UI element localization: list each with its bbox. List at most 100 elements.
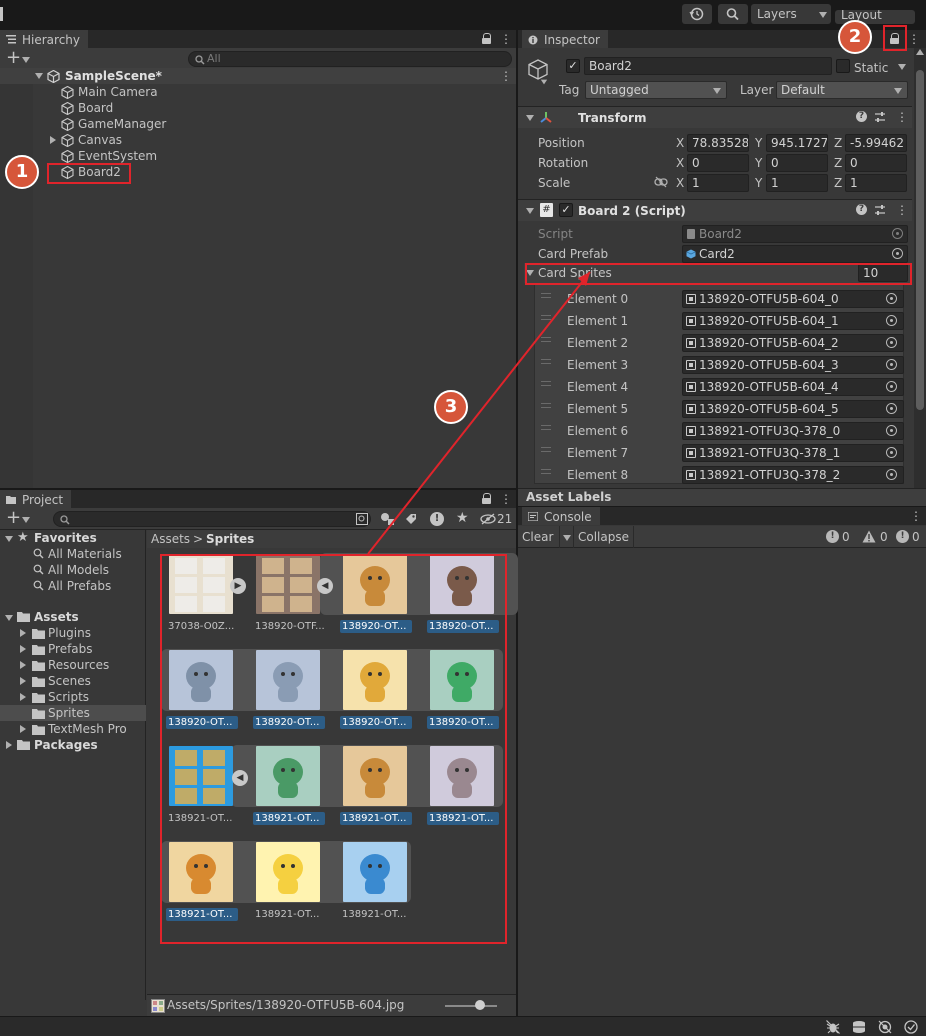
card-sprites-row[interactable]: Card Sprites 10: [524, 263, 910, 283]
layer-dropdown[interactable]: Default: [776, 81, 908, 99]
sprite-thumbnail-14[interactable]: 138921-OT...: [341, 842, 413, 922]
card-sprites-size-field[interactable]: 10: [858, 264, 908, 282]
position-x-field[interactable]: 78.83528: [687, 134, 749, 152]
sprite-object-field[interactable]: 138920-OTFU5B-604_4: [682, 378, 904, 396]
breadcrumb-current[interactable]: Sprites: [206, 531, 254, 547]
sprite-thumbnail-13[interactable]: 138921-OT...: [254, 842, 326, 922]
expand-arrow-icon[interactable]: [5, 536, 13, 542]
rotation-z-field[interactable]: 0: [845, 154, 907, 172]
sprite-object-field[interactable]: 138920-OTFU5B-604_1: [682, 312, 904, 330]
sprite-thumbnail-6[interactable]: 138920-OT...: [340, 650, 413, 730]
sprite-object-field[interactable]: 138920-OTFU5B-604_3: [682, 356, 904, 374]
warning-filter-icon[interactable]: !: [430, 512, 444, 526]
sprite-element-row-6[interactable]: Element 6 138921-OTFU3Q-378_0: [534, 421, 904, 441]
tab-inspector[interactable]: Inspector: [522, 30, 608, 48]
more-options-icon[interactable]: [500, 33, 504, 45]
sprite-thumbnail-10[interactable]: 138921-OT...: [340, 746, 413, 826]
object-picker-icon[interactable]: [886, 447, 897, 458]
expand-arrow-icon[interactable]: [526, 270, 534, 276]
transform-header[interactable]: Transform ?: [518, 106, 912, 128]
sprite-thumbnail-1[interactable]: 138920-OTF...: [254, 554, 326, 634]
sprite-object-field[interactable]: 138920-OTFU5B-604_2: [682, 334, 904, 352]
check-progress-icon[interactable]: [904, 1020, 918, 1034]
expand-arrow-icon[interactable]: [35, 73, 43, 79]
preset-sliders-icon[interactable]: [874, 204, 886, 216]
position-y-field[interactable]: 945.1727: [766, 134, 828, 152]
expand-sheet-arrow-icon[interactable]: ▶: [230, 578, 246, 594]
layers-dropdown[interactable]: Layers: [751, 4, 831, 24]
add-dropdown-chevron-icon[interactable]: [22, 57, 30, 63]
lock-icon[interactable]: [482, 33, 492, 45]
object-picker-icon[interactable]: [886, 381, 897, 392]
drag-handle-icon[interactable]: [541, 359, 551, 364]
cache-server-icon[interactable]: [852, 1020, 866, 1034]
static-checkbox[interactable]: [836, 59, 850, 73]
collapse-sheet-arrow-icon[interactable]: ◀: [317, 578, 333, 594]
sprite-thumbnail-2[interactable]: 138920-OT...: [340, 554, 413, 634]
position-z-field[interactable]: -5.99462: [845, 134, 907, 152]
script-component-header[interactable]: # ✓ Board 2 (Script) ?: [518, 199, 912, 221]
lock-icon[interactable]: [482, 493, 492, 505]
bug-debug-icon[interactable]: [826, 1020, 840, 1034]
active-checkbox[interactable]: ✓: [566, 59, 580, 73]
info-filter-toggle[interactable]: ! 0: [824, 526, 858, 548]
tab-hierarchy[interactable]: Hierarchy: [0, 30, 89, 48]
favorites-label[interactable]: Favorites: [34, 530, 97, 546]
hierarchy-item-4[interactable]: EventSystem: [0, 148, 516, 164]
search-mode-icon[interactable]: [356, 513, 368, 525]
create-dropdown-chevron-icon[interactable]: [22, 517, 30, 523]
project-search-input[interactable]: [53, 511, 371, 527]
object-picker-icon[interactable]: [886, 315, 897, 326]
rotation-x-field[interactable]: 0: [687, 154, 749, 172]
component-menu-icon[interactable]: [896, 204, 900, 216]
icon-dropdown-chevron-icon[interactable]: [540, 79, 548, 85]
sprite-object-field[interactable]: 138921-OTFU3Q-378_0: [682, 422, 904, 440]
object-picker-icon[interactable]: [886, 425, 897, 436]
sprite-object-field[interactable]: 138921-OTFU3Q-378_1: [682, 444, 904, 462]
sprite-thumbnail-11[interactable]: 138921-OT...: [427, 746, 500, 826]
help-icon[interactable]: ?: [856, 111, 867, 122]
more-options-icon[interactable]: [500, 493, 504, 505]
add-plus-icon[interactable]: +: [6, 48, 21, 68]
collapsed-arrow-icon[interactable]: [20, 693, 26, 701]
auto-generate-lighting-icon[interactable]: [878, 1020, 892, 1034]
collapsed-arrow-icon[interactable]: [20, 661, 26, 669]
sprite-element-row-2[interactable]: Element 2 138920-OTFU5B-604_2: [534, 333, 904, 353]
asset-folder-3[interactable]: Scenes: [0, 673, 146, 689]
scene-options-icon[interactable]: [500, 70, 504, 82]
favorite-star-icon[interactable]: ★: [456, 510, 469, 526]
hierarchy-item-1[interactable]: Board: [0, 100, 516, 116]
collapsed-arrow-icon[interactable]: [50, 136, 56, 144]
sprite-element-row-7[interactable]: Element 7 138921-OTFU3Q-378_1: [534, 443, 904, 463]
component-enabled-checkbox[interactable]: ✓: [559, 203, 573, 217]
object-picker-icon[interactable]: [886, 403, 897, 414]
slider-handle[interactable]: [475, 1000, 485, 1010]
card-prefab-field[interactable]: Card2: [682, 245, 908, 263]
scroll-up-arrow-icon[interactable]: [916, 49, 924, 55]
tab-console[interactable]: Console: [522, 507, 600, 525]
asset-folder-5[interactable]: Sprites: [0, 705, 146, 721]
inspector-more-icon[interactable]: [908, 33, 912, 45]
hierarchy-search-input[interactable]: All: [188, 51, 512, 67]
drag-handle-icon[interactable]: [541, 403, 551, 408]
static-dropdown-chevron-icon[interactable]: [898, 64, 906, 70]
component-menu-icon[interactable]: [896, 111, 900, 123]
collapse-arrow-icon[interactable]: [526, 115, 534, 121]
collapse-arrow-icon[interactable]: [526, 208, 534, 214]
rotation-y-field[interactable]: 0: [766, 154, 828, 172]
hierarchy-item-3[interactable]: Canvas: [0, 132, 516, 148]
sprite-element-row-0[interactable]: Element 0 138920-OTFU5B-604_0: [534, 289, 904, 309]
expand-arrow-icon[interactable]: [5, 615, 13, 621]
sprite-thumbnail-8[interactable]: 138921-OT...: [167, 746, 239, 826]
collapse-sheet-arrow-icon[interactable]: ◀: [232, 770, 248, 786]
asset-folder-1[interactable]: Prefabs: [0, 641, 146, 657]
favorite-item-2[interactable]: All Prefabs: [0, 578, 146, 594]
thumbnail-size-slider[interactable]: [445, 1005, 497, 1007]
sprite-thumbnail-12[interactable]: 138921-OT...: [166, 842, 239, 922]
assets-folder-label[interactable]: Assets: [34, 609, 79, 625]
collapsed-arrow-icon[interactable]: [20, 645, 26, 653]
object-picker-icon[interactable]: [886, 469, 897, 480]
drag-handle-icon[interactable]: [541, 447, 551, 452]
asset-folder-2[interactable]: Resources: [0, 657, 146, 673]
tag-dropdown[interactable]: Untagged: [585, 81, 727, 99]
